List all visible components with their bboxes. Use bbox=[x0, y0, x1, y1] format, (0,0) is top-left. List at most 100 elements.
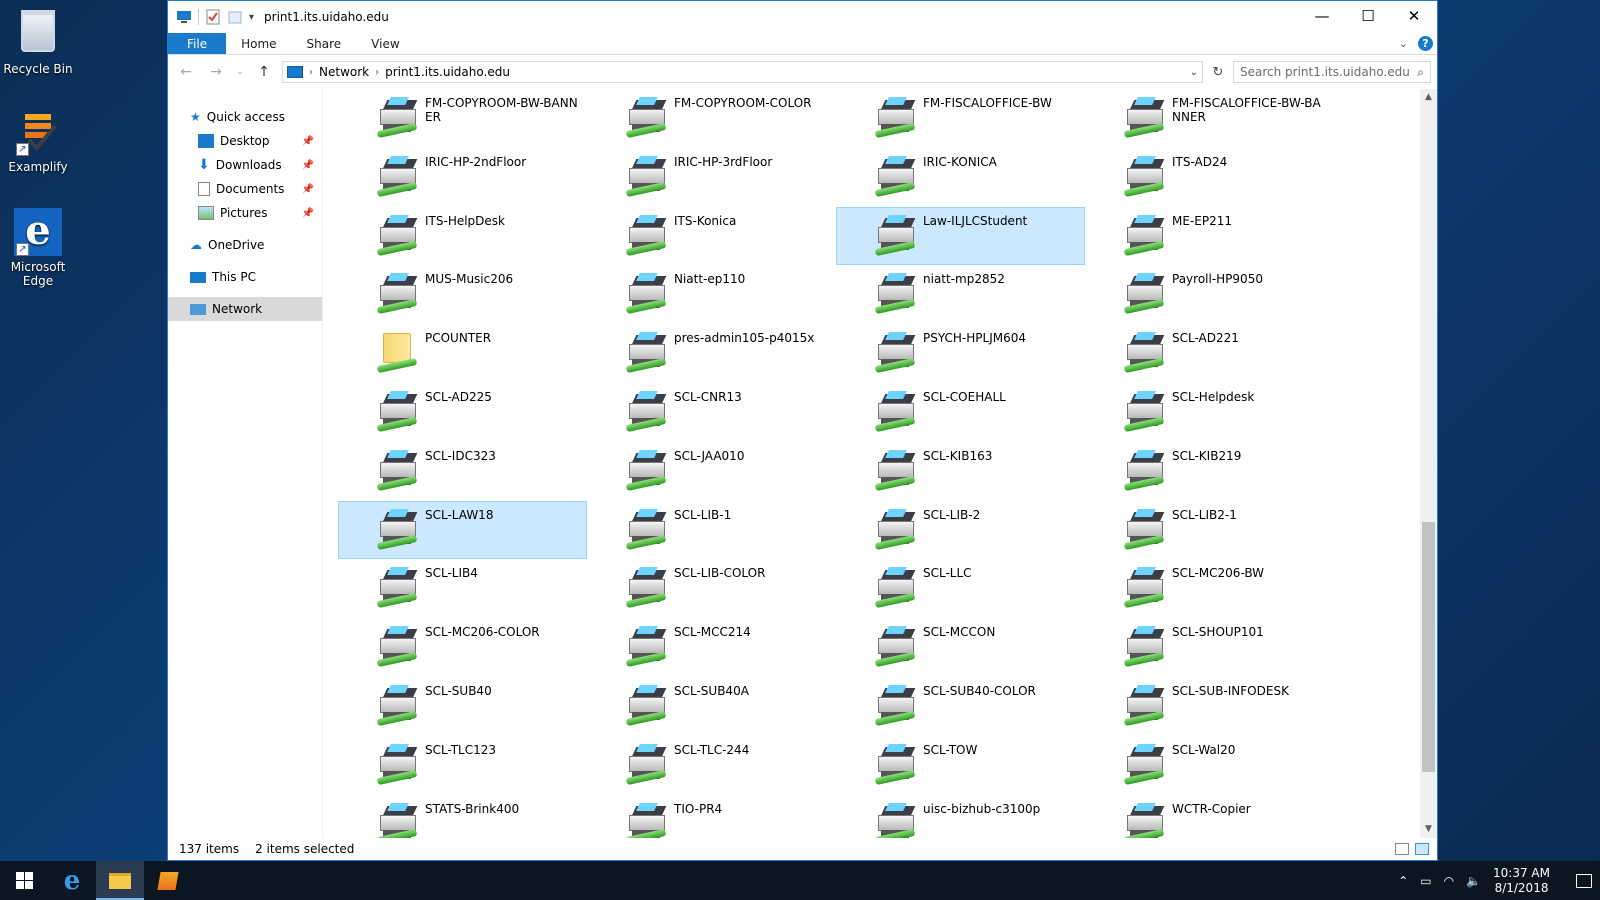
search-input[interactable]: Search print1.its.uidaho.edu bbox=[1240, 65, 1410, 79]
printer-item[interactable]: SCL-Wal20 bbox=[1085, 736, 1334, 795]
printer-item[interactable]: SCL-SHOUP101 bbox=[1085, 618, 1334, 677]
printer-item[interactable]: FM-COPYROOM-BW-BANNER bbox=[338, 89, 587, 148]
printer-item[interactable]: Payroll-HP9050 bbox=[1085, 265, 1334, 324]
scroll-down-icon[interactable]: ▼ bbox=[1420, 821, 1437, 838]
printer-item[interactable]: SCL-TLC123 bbox=[338, 736, 587, 795]
desktop-icon-recycle-bin[interactable]: Recycle Bin bbox=[2, 6, 74, 76]
vertical-scrollbar[interactable]: ▲ ▼ bbox=[1420, 89, 1437, 838]
desktop-icon-examplify[interactable]: ↗ Examplify bbox=[2, 108, 74, 174]
printer-item[interactable]: niatt-mp2852 bbox=[836, 265, 1085, 324]
chevron-right-icon[interactable]: › bbox=[375, 67, 379, 78]
nav-network[interactable]: Network bbox=[168, 297, 322, 321]
printer-item[interactable]: SCL-JAA010 bbox=[587, 442, 836, 501]
printer-item[interactable]: SCL-AD225 bbox=[338, 383, 587, 442]
printer-item[interactable]: SCL-LIB2-1 bbox=[1085, 501, 1334, 560]
printer-item[interactable]: SCL-MC206-COLOR bbox=[338, 618, 587, 677]
refresh-icon[interactable]: ↻ bbox=[1209, 65, 1227, 80]
printer-item[interactable]: SCL-COEHALL bbox=[836, 383, 1085, 442]
properties-icon[interactable] bbox=[205, 9, 221, 25]
start-button[interactable] bbox=[0, 861, 48, 900]
printer-item[interactable]: ITS-Konica bbox=[587, 207, 836, 266]
breadcrumb-network[interactable]: Network bbox=[319, 65, 369, 79]
printer-item[interactable]: SCL-SUB-INFODESK bbox=[1085, 677, 1334, 736]
taskbar-edge[interactable]: e bbox=[48, 861, 96, 900]
printer-item[interactable]: ME-EP211 bbox=[1085, 207, 1334, 266]
printer-item[interactable]: IRIC-KONICA bbox=[836, 148, 1085, 207]
printer-item[interactable]: STATS-Brink400 bbox=[338, 795, 587, 838]
printer-item[interactable]: IRIC-HP-2ndFloor bbox=[338, 148, 587, 207]
nav-desktop[interactable]: Desktop 📌 bbox=[168, 129, 322, 153]
printer-item[interactable]: SCL-CNR13 bbox=[587, 383, 836, 442]
back-arrow-icon[interactable]: ← bbox=[174, 64, 198, 80]
printer-item[interactable]: WCTR-Copier bbox=[1085, 795, 1334, 838]
action-center-icon[interactable] bbox=[1576, 873, 1592, 888]
printer-item[interactable]: SCL-TLC-244 bbox=[587, 736, 836, 795]
printer-item[interactable]: ITS-HelpDesk bbox=[338, 207, 587, 266]
taskbar-file-explorer[interactable] bbox=[96, 861, 144, 900]
battery-icon[interactable]: ▭ bbox=[1420, 874, 1431, 888]
printer-item[interactable]: Niatt-ep110 bbox=[587, 265, 836, 324]
nav-documents[interactable]: Documents 📌 bbox=[168, 177, 322, 201]
printer-item[interactable]: SCL-KIB219 bbox=[1085, 442, 1334, 501]
desktop-icon-edge[interactable]: e ↗ Microsoft Edge bbox=[2, 208, 74, 289]
up-arrow-icon[interactable]: ↑ bbox=[252, 64, 276, 80]
minimize-button[interactable]: — bbox=[1299, 1, 1345, 33]
nav-onedrive[interactable]: ☁ OneDrive bbox=[168, 233, 322, 257]
new-folder-icon[interactable] bbox=[227, 9, 243, 25]
printer-item[interactable]: SCL-LIB-COLOR bbox=[587, 559, 836, 618]
printer-item[interactable]: SCL-LIB-2 bbox=[836, 501, 1085, 560]
clock[interactable]: 10:37 AM 8/1/2018 bbox=[1493, 866, 1550, 896]
printer-item[interactable]: TIO-PR4 bbox=[587, 795, 836, 838]
printer-item[interactable]: SCL-Helpdesk bbox=[1085, 383, 1334, 442]
forward-arrow-icon[interactable]: → bbox=[204, 64, 228, 80]
printer-item[interactable]: SCL-LIB-1 bbox=[587, 501, 836, 560]
chevron-right-icon[interactable]: › bbox=[309, 67, 313, 78]
details-view-icon[interactable] bbox=[1395, 843, 1409, 855]
close-button[interactable]: ✕ bbox=[1391, 1, 1437, 33]
printer-item[interactable]: SCL-LIB4 bbox=[338, 559, 587, 618]
nav-quick-access[interactable]: ★ Quick access bbox=[168, 105, 322, 129]
printer-item[interactable]: SCL-SUB40A bbox=[587, 677, 836, 736]
printer-item[interactable]: pres-admin105-p4015x bbox=[587, 324, 836, 383]
qat-dropdown-icon[interactable]: ▾ bbox=[249, 12, 254, 23]
printer-item[interactable]: SCL-MCCON bbox=[836, 618, 1085, 677]
nav-downloads[interactable]: ⬇ Downloads 📌 bbox=[168, 153, 322, 177]
printer-item[interactable]: FM-COPYROOM-COLOR bbox=[587, 89, 836, 148]
printer-item[interactable]: SCL-LLC bbox=[836, 559, 1085, 618]
tab-share[interactable]: Share bbox=[292, 33, 357, 54]
nav-this-pc[interactable]: This PC bbox=[168, 265, 322, 289]
scrollbar-thumb[interactable] bbox=[1422, 522, 1435, 772]
printer-item[interactable]: SCL-SUB40-COLOR bbox=[836, 677, 1085, 736]
printer-item[interactable]: SCL-IDC323 bbox=[338, 442, 587, 501]
printer-item[interactable]: uisc-bizhub-c3100p bbox=[836, 795, 1085, 838]
folder-item[interactable]: PCOUNTER bbox=[338, 324, 587, 383]
search-box[interactable]: Search print1.its.uidaho.edu ⌕ bbox=[1233, 61, 1431, 83]
printer-item[interactable]: IRIC-HP-3rdFloor bbox=[587, 148, 836, 207]
printer-item[interactable]: SCL-TOW bbox=[836, 736, 1085, 795]
printer-item[interactable]: SCL-LAW18 bbox=[338, 500, 587, 560]
printer-item[interactable]: ITS-AD24 bbox=[1085, 148, 1334, 207]
printer-item[interactable]: FM-FISCALOFFICE-BW bbox=[836, 89, 1085, 148]
printer-item[interactable]: PSYCH-HPLJM604 bbox=[836, 324, 1085, 383]
show-hidden-icons-icon[interactable]: ⌃ bbox=[1398, 874, 1408, 888]
printer-item[interactable]: MUS-Music206 bbox=[338, 265, 587, 324]
printer-item[interactable]: SCL-MC206-BW bbox=[1085, 559, 1334, 618]
taskbar-examplify[interactable] bbox=[144, 861, 192, 900]
printer-item[interactable]: SCL-MCC214 bbox=[587, 618, 836, 677]
printer-item[interactable]: FM-FISCALOFFICE-BW-BANNER bbox=[1085, 89, 1334, 148]
tab-home[interactable]: Home bbox=[226, 33, 291, 54]
printer-item[interactable]: SCL-SUB40 bbox=[338, 677, 587, 736]
tab-file[interactable]: File bbox=[168, 33, 227, 54]
expand-ribbon-icon[interactable]: ⌄ bbox=[1399, 37, 1408, 50]
volume-icon[interactable]: 🔈 bbox=[1466, 874, 1481, 888]
printer-item[interactable]: SCL-AD221 bbox=[1085, 324, 1334, 383]
address-dropdown-icon[interactable]: ⌄ bbox=[1190, 67, 1198, 78]
maximize-button[interactable]: ☐ bbox=[1345, 1, 1391, 33]
printer-item[interactable]: Law-ILJLCStudent bbox=[836, 206, 1085, 266]
printer-item[interactable]: SCL-KIB163 bbox=[836, 442, 1085, 501]
nav-pictures[interactable]: Pictures 📌 bbox=[168, 201, 322, 225]
large-icons-view-icon[interactable] bbox=[1415, 843, 1429, 855]
scroll-up-icon[interactable]: ▲ bbox=[1420, 89, 1437, 106]
tab-view[interactable]: View bbox=[356, 33, 414, 54]
address-bar[interactable]: › Network › print1.its.uidaho.edu ⌄ bbox=[282, 61, 1203, 83]
